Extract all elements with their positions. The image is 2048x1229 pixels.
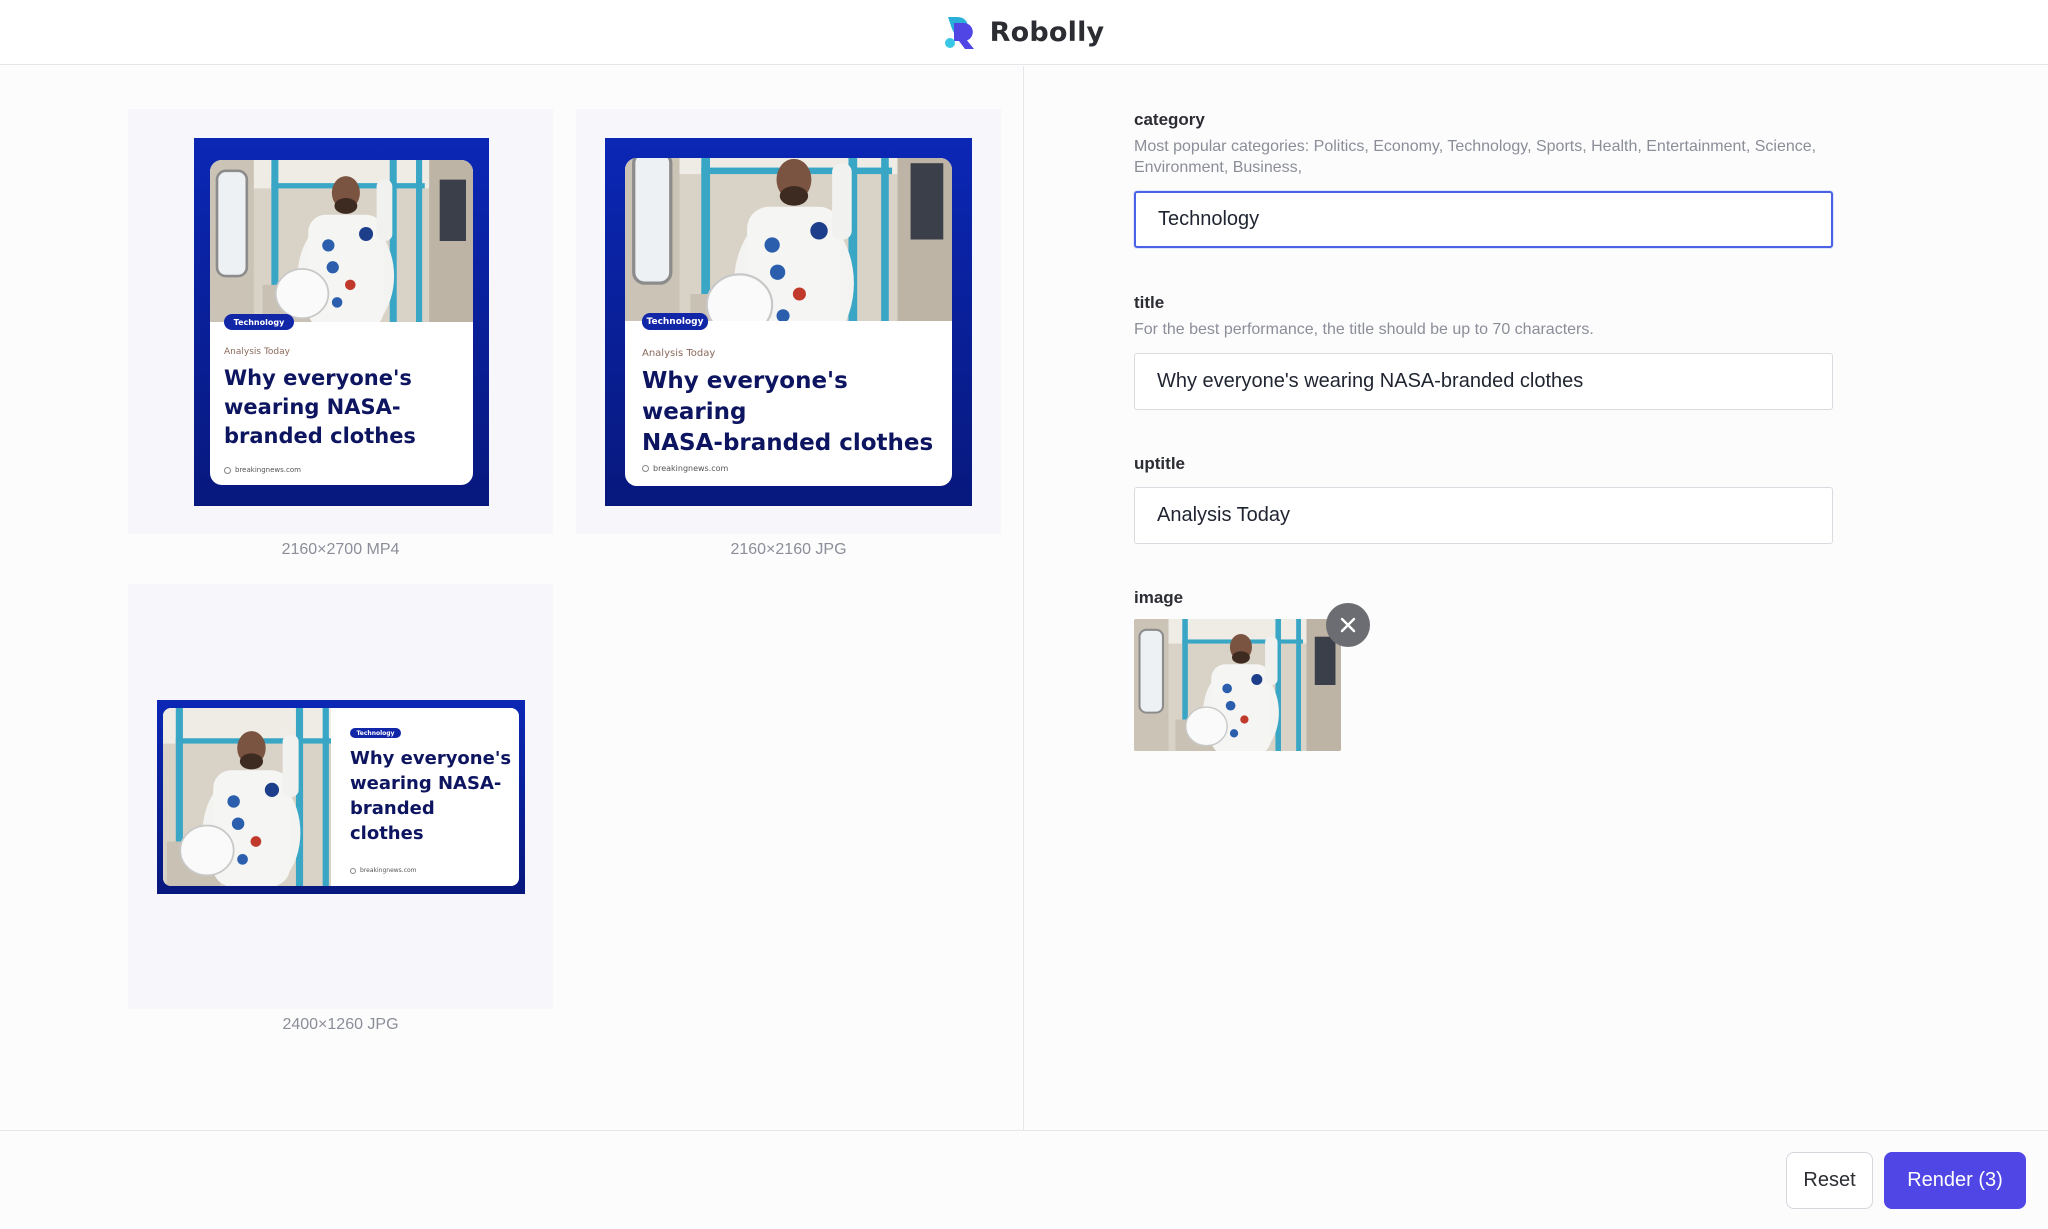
site-url: breakingnews.com	[235, 466, 301, 474]
poster-site: breakingnews.com	[642, 464, 728, 473]
poster-headline: Why everyone's wearing NASA- branded clo…	[224, 364, 464, 451]
globe-icon	[642, 465, 649, 472]
poster-site: breakingnews.com	[350, 867, 417, 874]
app-header: Robolly	[0, 0, 2048, 65]
preview-format-label: 2400×1260 JPG	[282, 1016, 399, 1033]
category-tag: Technology	[224, 314, 294, 330]
headline-line: wearing NASA-	[350, 773, 502, 794]
uptitle-label: uptitle	[1134, 454, 1185, 473]
poster-photo	[210, 160, 473, 322]
image-thumbnail[interactable]	[1134, 619, 1341, 751]
brand-name: Robolly	[989, 16, 1105, 48]
robolly-logo-icon	[944, 15, 978, 49]
poster-portrait: Technology Analysis Today Why everyone's…	[194, 138, 489, 506]
poster-site: breakingnews.com	[224, 466, 301, 474]
category-help: Most popular categories: Politics, Econo…	[1134, 138, 1817, 176]
globe-icon	[224, 466, 231, 474]
headline-line: wearing NASA-	[224, 395, 401, 419]
title-input[interactable]: Why everyone's wearing NASA-branded clot…	[1134, 353, 1833, 410]
poster-uptitle: Analysis Today	[642, 348, 716, 359]
preview-format-label: 2160×2700 MP4	[281, 541, 400, 558]
image-label: image	[1134, 588, 1184, 607]
close-icon	[1340, 617, 1356, 633]
category-label: category	[1134, 110, 1205, 129]
headline-line: branded	[350, 798, 435, 819]
render-button[interactable]: Render (3)	[1884, 1152, 2026, 1209]
title-help: For the best performance, the title shou…	[1134, 321, 1594, 338]
headline-line: clothes	[350, 823, 424, 844]
poster-headline: Why everyone's wearing NASA-branded clot…	[642, 366, 947, 459]
poster-card: Technology Analysis Today Why everyone's…	[625, 158, 952, 486]
headline-line: Why everyone's	[350, 748, 512, 769]
preview-format-label: 2160×2160 JPG	[730, 541, 847, 558]
globe-icon	[350, 867, 356, 874]
poster-card: Technology Why everyone's wearing NASA- …	[163, 708, 519, 886]
preview-card-portrait[interactable]: Technology Analysis Today Why everyone's…	[128, 109, 553, 534]
remove-image-button[interactable]	[1326, 603, 1370, 647]
reset-button[interactable]: Reset	[1786, 1152, 1873, 1209]
poster-card: Technology Analysis Today Why everyone's…	[210, 160, 473, 485]
category-tag: Technology	[642, 313, 708, 330]
title-label: title	[1134, 293, 1165, 312]
uptitle-input[interactable]: Analysis Today	[1134, 487, 1833, 544]
poster-uptitle: Analysis Today	[224, 347, 290, 357]
poster-headline: Why everyone's wearing NASA- branded clo…	[350, 746, 515, 846]
headline-line: Why everyone's wearing	[642, 368, 848, 425]
poster-photo	[625, 158, 952, 321]
poster-photo	[163, 708, 331, 886]
headline-line: NASA-branded clothes	[642, 430, 934, 456]
poster-landscape: Technology Why everyone's wearing NASA- …	[157, 700, 525, 894]
category-tag: Technology	[350, 728, 401, 738]
site-url: breakingnews.com	[653, 464, 729, 473]
category-input[interactable]: Technology	[1134, 191, 1833, 248]
preview-card-square[interactable]: Technology Analysis Today Why everyone's…	[576, 109, 1001, 534]
poster-square: Technology Analysis Today Why everyone's…	[605, 138, 972, 506]
preview-card-landscape[interactable]: Technology Why everyone's wearing NASA- …	[128, 584, 553, 1009]
footer-bar	[0, 1130, 2048, 1229]
site-url: breakingnews.com	[360, 867, 417, 874]
headline-line: branded clothes	[224, 424, 416, 448]
headline-line: Why everyone's	[224, 366, 412, 390]
